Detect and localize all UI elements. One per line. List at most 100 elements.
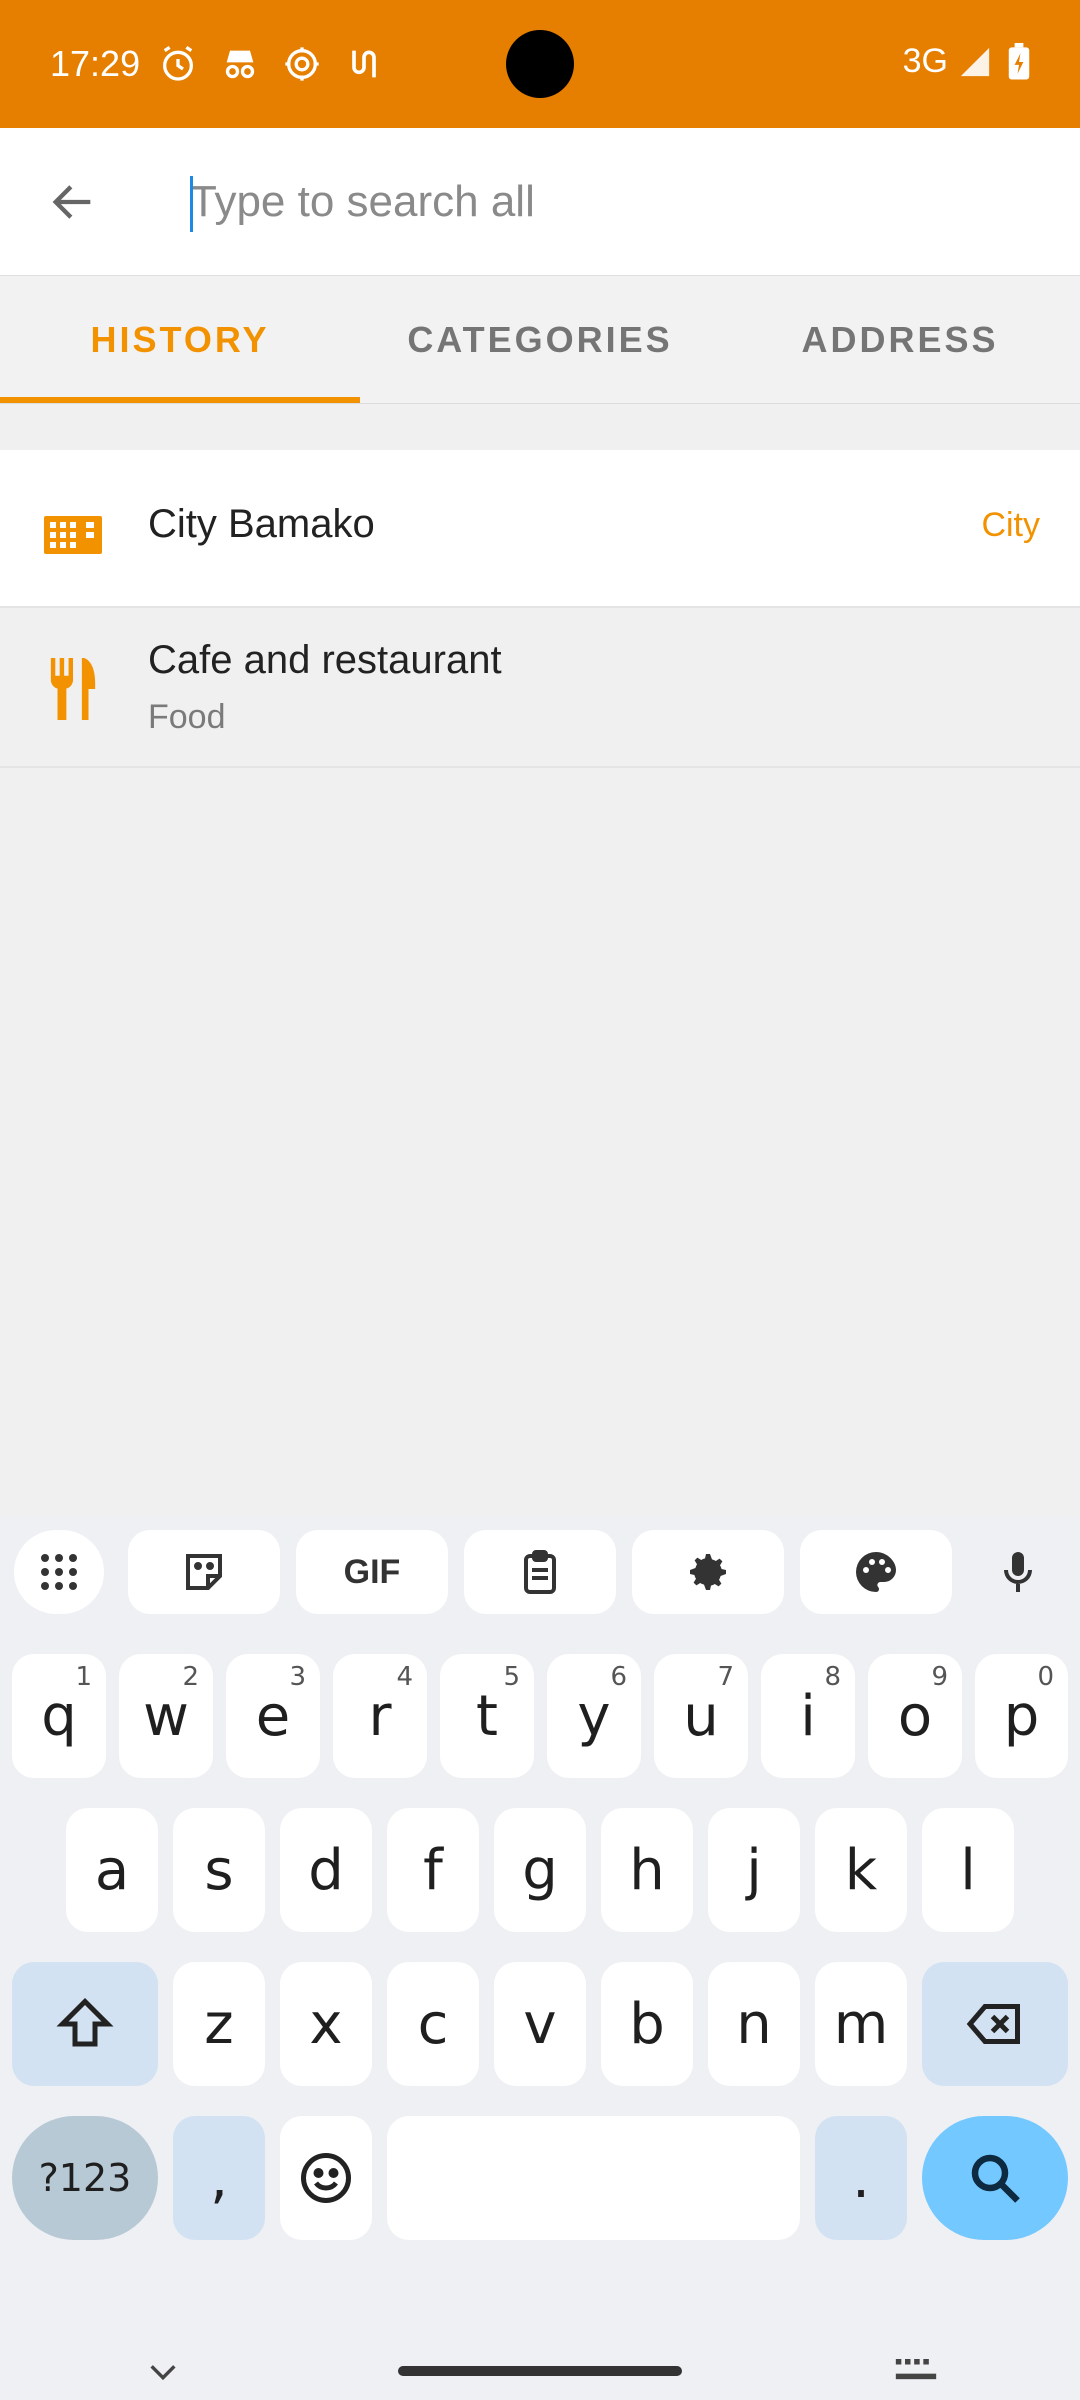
key-v[interactable]: v [494, 1962, 586, 2086]
key-h[interactable]: h [601, 1808, 693, 1932]
symbols-key[interactable]: ?123 [12, 2116, 158, 2240]
key-x-label: x [309, 1991, 343, 2057]
key-c-label: c [417, 1991, 449, 2057]
status-bar: 17:29 3G [0, 0, 1080, 128]
key-z[interactable]: z [173, 1962, 265, 2086]
arrow-back-icon [52, 185, 91, 219]
key-r[interactable]: r4 [333, 1654, 427, 1778]
settings-icon [690, 1554, 726, 1590]
search-action-key[interactable] [922, 2116, 1068, 2240]
incognito-icon [225, 50, 255, 79]
key-o-hint: 9 [931, 1662, 948, 1692]
key-n[interactable]: n [708, 1962, 800, 2086]
city-icon [40, 496, 106, 562]
key-n-label: n [736, 1991, 772, 2057]
back-button[interactable] [0, 128, 146, 276]
theme-button[interactable] [800, 1530, 952, 1614]
list-item-cafe[interactable]: Cafe and restaurant Food [0, 608, 1080, 768]
key-l[interactable]: l [922, 1808, 1014, 1932]
keyboard-settings-button[interactable] [632, 1530, 784, 1614]
clipboard-button[interactable] [464, 1530, 616, 1614]
search-icon [971, 2154, 1020, 2203]
item-subtitle: Food [148, 698, 226, 736]
key-t[interactable]: t5 [440, 1654, 534, 1778]
clipboard-icon [524, 1550, 556, 1594]
key-u[interactable]: u7 [654, 1654, 748, 1778]
shift-key[interactable] [12, 1962, 158, 2086]
key-d-label: d [308, 1837, 344, 1903]
key-u-label: u [683, 1683, 719, 1749]
soft-keyboard: GIF q1 w2 e3 r4 t5 y6 u7 i8 o9 p0 a s d … [0, 1516, 1080, 2400]
key-o[interactable]: o9 [868, 1654, 962, 1778]
key-l-label: l [960, 1837, 976, 1903]
key-s[interactable]: s [173, 1808, 265, 1932]
key-y[interactable]: y6 [547, 1654, 641, 1778]
key-t-label: t [476, 1683, 498, 1749]
key-k-label: k [844, 1837, 878, 1903]
key-j[interactable]: j [708, 1808, 800, 1932]
key-p-hint: 0 [1037, 1662, 1054, 1692]
key-b-label: b [629, 1991, 665, 2057]
tab-history-label: HISTORY [90, 318, 270, 360]
backspace-key[interactable] [922, 1962, 1068, 2086]
keyboard-toolbar: GIF [0, 1530, 1080, 1620]
tab-categories[interactable]: CATEGORIES [360, 276, 720, 403]
key-w[interactable]: w2 [119, 1654, 213, 1778]
voice-input-button[interactable] [976, 1530, 1060, 1614]
key-e[interactable]: e3 [226, 1654, 320, 1778]
restaurant-icon [40, 656, 106, 722]
key-q[interactable]: q1 [12, 1654, 106, 1778]
key-j-label: j [746, 1837, 762, 1903]
key-w-hint: 2 [182, 1662, 199, 1692]
key-g[interactable]: g [494, 1808, 586, 1932]
apps-button[interactable] [14, 1530, 104, 1614]
key-r-hint: 4 [396, 1662, 413, 1692]
key-m[interactable]: m [815, 1962, 907, 2086]
key-t-hint: 5 [503, 1662, 520, 1692]
key-a-label: a [94, 1837, 130, 1903]
search-input[interactable] [190, 150, 1060, 254]
key-f-label: f [423, 1837, 443, 1903]
text-cursor [190, 176, 193, 232]
emoji-key[interactable] [280, 2116, 372, 2240]
period-key[interactable]: . [815, 2116, 907, 2240]
tab-address[interactable]: ADDRESS [720, 276, 1080, 403]
key-f[interactable]: f [387, 1808, 479, 1932]
key-c[interactable]: c [387, 1962, 479, 2086]
gif-button[interactable]: GIF [296, 1530, 448, 1614]
key-p-label: p [1003, 1683, 1040, 1749]
key-q-label: q [41, 1683, 77, 1749]
gif-label: GIF [343, 1552, 401, 1591]
battery-icon [1008, 42, 1030, 80]
key-b[interactable]: b [601, 1962, 693, 2086]
sticker-icon [186, 1554, 222, 1590]
status-time: 17:29 [50, 43, 141, 84]
tab-bar: HISTORY CATEGORIES ADDRESS [0, 276, 1080, 404]
search-bar [0, 128, 1080, 276]
key-a[interactable]: a [66, 1808, 158, 1932]
key-q-hint: 1 [75, 1662, 92, 1692]
key-r-label: r [368, 1683, 392, 1749]
gesture-nav-handle[interactable] [398, 2366, 682, 2376]
space-key[interactable] [387, 2116, 800, 2240]
key-x[interactable]: x [280, 1962, 372, 2086]
tab-history[interactable]: HISTORY [0, 276, 360, 403]
hide-keyboard-icon[interactable] [146, 2360, 180, 2384]
key-e-hint: 3 [289, 1662, 306, 1692]
mic-icon [1004, 1552, 1032, 1592]
status-icons [158, 44, 384, 84]
key-u-hint: 7 [717, 1662, 734, 1692]
tab-address-label: ADDRESS [801, 318, 999, 360]
item-title: Cafe and restaurant [148, 638, 502, 682]
list-item-city[interactable]: City Bamako City [0, 450, 1080, 608]
key-p[interactable]: p0 [975, 1654, 1068, 1778]
key-k[interactable]: k [815, 1808, 907, 1932]
comma-key[interactable]: , [173, 2116, 265, 2240]
key-d[interactable]: d [280, 1808, 372, 1932]
network-type: 3G [902, 42, 948, 80]
key-e-label: e [255, 1683, 291, 1749]
keyboard-switch-icon[interactable] [894, 2356, 938, 2384]
backspace-icon [966, 2004, 1020, 2044]
key-i[interactable]: i8 [761, 1654, 855, 1778]
sticker-button[interactable] [128, 1530, 280, 1614]
